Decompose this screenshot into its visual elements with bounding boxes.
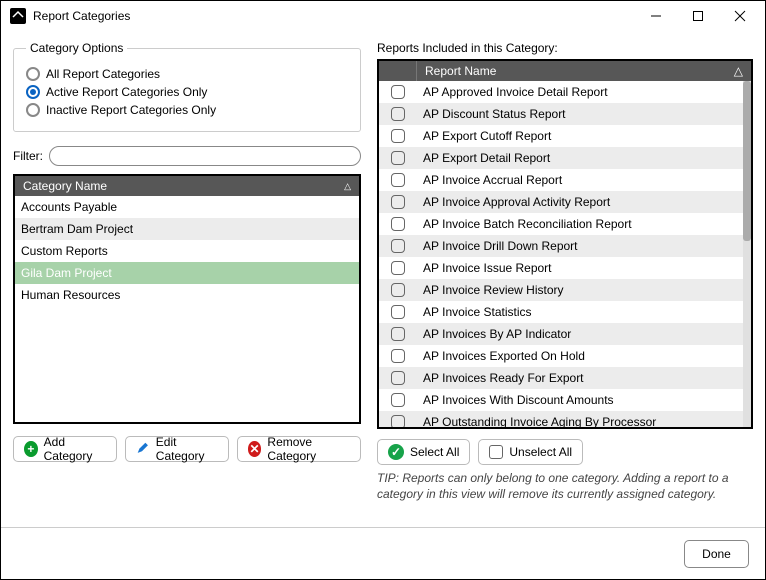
report-row[interactable]: AP Approved Invoice Detail Report (379, 81, 751, 103)
report-row[interactable]: AP Outstanding Invoice Aging By Processo… (379, 411, 751, 427)
plus-icon: + (24, 441, 38, 457)
radio-icon (26, 85, 40, 99)
category-row[interactable]: Gila Dam Project (15, 262, 359, 284)
report-name-cell: AP Invoice Drill Down Report (417, 239, 751, 253)
report-row[interactable]: AP Invoice Approval Activity Report (379, 191, 751, 213)
reports-included-label: Reports Included in this Category: (377, 41, 753, 55)
report-name-cell: AP Discount Status Report (417, 107, 751, 121)
remove-category-button[interactable]: ✕ Remove Category (237, 436, 361, 462)
report-checkbox[interactable] (391, 129, 405, 143)
report-row[interactable]: AP Invoice Statistics (379, 301, 751, 323)
app-icon (9, 7, 27, 25)
report-row[interactable]: AP Export Detail Report (379, 147, 751, 169)
report-name-cell: AP Export Cutoff Report (417, 129, 751, 143)
report-row[interactable]: AP Invoices Exported On Hold (379, 345, 751, 367)
category-row[interactable]: Bertram Dam Project (15, 218, 359, 240)
category-options-group: Category Options All Report Categories Ac… (13, 41, 361, 132)
check-icon: ✓ (388, 444, 404, 460)
minimize-button[interactable] (635, 2, 677, 30)
report-checkbox[interactable] (391, 415, 405, 427)
report-name-header[interactable]: Report Name △ (417, 61, 751, 81)
report-name-cell: AP Invoice Batch Reconciliation Report (417, 217, 751, 231)
report-row[interactable]: AP Invoice Accrual Report (379, 169, 751, 191)
report-name-cell: AP Invoices Exported On Hold (417, 349, 751, 363)
checkbox-column-header[interactable] (379, 61, 417, 81)
report-list: Report Name △ AP Approved Invoice Detail… (377, 59, 753, 429)
sort-indicator-icon: △ (344, 181, 351, 192)
report-checkbox[interactable] (391, 393, 405, 407)
report-row[interactable]: AP Invoices Ready For Export (379, 367, 751, 389)
report-row[interactable]: AP Invoice Issue Report (379, 257, 751, 279)
radio-label: Active Report Categories Only (46, 85, 207, 99)
report-checkbox[interactable] (391, 305, 405, 319)
category-list: Category Name △ Accounts PayableBertram … (13, 174, 361, 424)
remove-icon: ✕ (248, 441, 262, 457)
category-row[interactable]: Accounts Payable (15, 196, 359, 218)
sort-indicator-icon: △ (734, 64, 743, 78)
report-checkbox[interactable] (391, 195, 405, 209)
radio-icon (26, 67, 40, 81)
report-row[interactable]: AP Invoice Review History (379, 279, 751, 301)
report-name-cell: AP Outstanding Invoice Aging By Processo… (417, 415, 751, 427)
report-checkbox[interactable] (391, 349, 405, 363)
titlebar: Report Categories (1, 1, 765, 31)
report-row[interactable]: AP Invoice Drill Down Report (379, 235, 751, 257)
edit-category-button[interactable]: Edit Category (125, 436, 229, 462)
vertical-scrollbar[interactable] (743, 81, 751, 427)
filter-input[interactable] (49, 146, 361, 166)
select-all-button[interactable]: ✓ Select All (377, 439, 470, 465)
pencil-icon (136, 441, 150, 457)
report-checkbox[interactable] (391, 239, 405, 253)
category-options-legend: Category Options (26, 41, 127, 55)
report-name-cell: AP Invoice Review History (417, 283, 751, 297)
close-button[interactable] (719, 2, 761, 30)
report-name-cell: AP Invoice Statistics (417, 305, 751, 319)
report-name-cell: AP Export Detail Report (417, 151, 751, 165)
unselect-all-button[interactable]: Unselect All (478, 439, 583, 465)
report-name-cell: AP Invoice Issue Report (417, 261, 751, 275)
report-row[interactable]: AP Invoice Batch Reconciliation Report (379, 213, 751, 235)
filter-label: Filter: (13, 149, 43, 163)
footer: Done (1, 527, 765, 579)
report-checkbox[interactable] (391, 327, 405, 341)
radio-option[interactable]: Active Report Categories Only (26, 85, 348, 99)
report-checkbox[interactable] (391, 371, 405, 385)
radio-label: Inactive Report Categories Only (46, 103, 216, 117)
unchecked-box-icon (489, 445, 503, 459)
report-name-cell: AP Approved Invoice Detail Report (417, 85, 751, 99)
report-checkbox[interactable] (391, 217, 405, 231)
report-checkbox[interactable] (391, 151, 405, 165)
report-row[interactable]: AP Invoices With Discount Amounts (379, 389, 751, 411)
category-row[interactable]: Human Resources (15, 284, 359, 306)
radio-icon (26, 103, 40, 117)
radio-option[interactable]: All Report Categories (26, 67, 348, 81)
report-name-cell: AP Invoice Accrual Report (417, 173, 751, 187)
maximize-button[interactable] (677, 2, 719, 30)
report-row[interactable]: AP Export Cutoff Report (379, 125, 751, 147)
report-checkbox[interactable] (391, 261, 405, 275)
report-name-cell: AP Invoices By AP Indicator (417, 327, 751, 341)
report-row[interactable]: AP Invoices By AP Indicator (379, 323, 751, 345)
report-row[interactable]: AP Discount Status Report (379, 103, 751, 125)
report-name-cell: AP Invoices With Discount Amounts (417, 393, 751, 407)
report-checkbox[interactable] (391, 283, 405, 297)
report-name-cell: AP Invoice Approval Activity Report (417, 195, 751, 209)
category-row[interactable]: Custom Reports (15, 240, 359, 262)
report-checkbox[interactable] (391, 107, 405, 121)
report-name-cell: AP Invoices Ready For Export (417, 371, 751, 385)
add-category-button[interactable]: + Add Category (13, 436, 117, 462)
tip-text: TIP: Reports can only belong to one cate… (377, 471, 753, 502)
radio-label: All Report Categories (46, 67, 160, 81)
report-checkbox[interactable] (391, 85, 405, 99)
done-button[interactable]: Done (684, 540, 749, 568)
category-name-header[interactable]: Category Name △ (15, 176, 359, 196)
window-title: Report Categories (33, 9, 635, 23)
report-checkbox[interactable] (391, 173, 405, 187)
radio-option[interactable]: Inactive Report Categories Only (26, 103, 348, 117)
